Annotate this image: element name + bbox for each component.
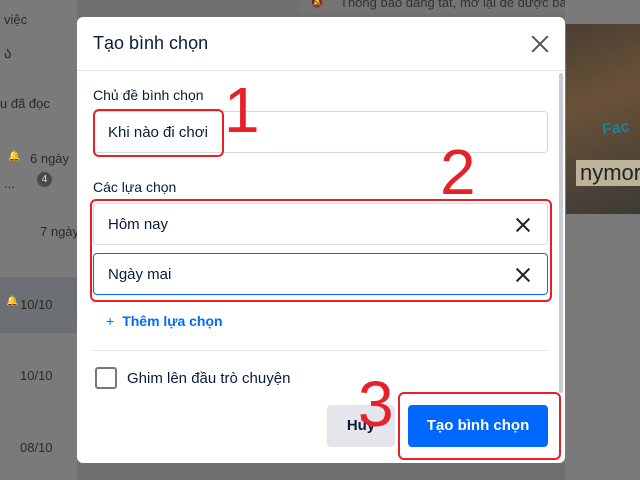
unread-badge: 4 <box>37 172 52 187</box>
bg-text: việc <box>4 12 28 27</box>
divider <box>93 350 548 351</box>
annotation-number-3: 3 <box>358 368 394 440</box>
close-icon[interactable] <box>527 31 553 57</box>
annotation-box-3 <box>398 392 561 460</box>
add-option-button[interactable]: + Thêm lựa chọn <box>106 313 223 329</box>
bg-text: 10/10 <box>20 368 53 383</box>
options-label: Các lựa chọn <box>93 179 177 195</box>
muted-bell-icon: 🔔 <box>8 151 21 162</box>
bg-text: u đã đọc <box>0 96 50 111</box>
dialog-title: Tạo bình chọn <box>93 33 209 53</box>
dialog-header: Tạo bình chọn <box>77 17 565 71</box>
muted-bell-icon: 🔕 <box>310 0 324 9</box>
media-text: nymor <box>576 160 640 186</box>
bg-text: 10/10 <box>20 297 53 312</box>
add-option-label: Thêm lựa chọn <box>122 313 223 329</box>
bg-text: ... <box>4 176 15 191</box>
annotation-box-2 <box>90 199 552 302</box>
conversation-list <box>0 0 77 480</box>
annotation-box-1 <box>93 109 224 157</box>
topic-label: Chủ đề bình chọn <box>93 87 204 103</box>
media-thumbnail: Fac nymor <box>566 24 640 214</box>
muted-bell-icon: 🔔 <box>6 296 19 307</box>
pin-checkbox[interactable] <box>95 367 117 389</box>
pin-label: Ghim lên đầu trò chuyện <box>127 370 291 387</box>
annotation-number-1: 1 <box>224 74 260 146</box>
bg-text: 7 ngày <box>40 224 80 239</box>
bg-text: ა <box>4 45 12 62</box>
media-text: Fac <box>600 118 631 139</box>
bg-text: 08/10 <box>20 440 53 455</box>
scrollbar[interactable] <box>559 73 563 393</box>
plus-icon: + <box>106 313 115 329</box>
annotation-number-2: 2 <box>440 136 476 208</box>
bg-text: 6 ngày <box>30 151 70 166</box>
